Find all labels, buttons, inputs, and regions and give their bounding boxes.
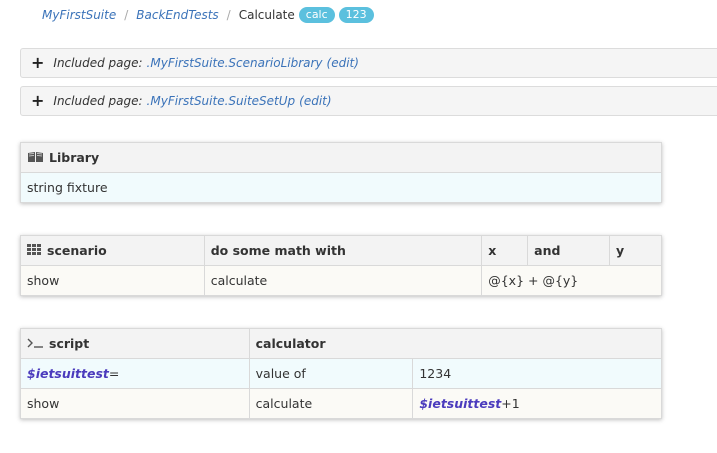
edit-link[interactable]: (edit) — [299, 94, 331, 108]
grid-icon — [27, 243, 42, 259]
scenario-header-label: scenario — [47, 242, 107, 258]
scenario-row-show: show — [20, 265, 205, 296]
plus-icon[interactable]: + — [31, 93, 44, 109]
script-row1-col2: value of — [248, 358, 414, 389]
scenario-row-expression: @{x} + @{y} — [481, 265, 662, 296]
library-header-label: Library — [49, 149, 100, 165]
script-header-cell: script — [20, 328, 250, 359]
book-icon — [27, 151, 44, 166]
included-page-scenario-library[interactable]: + Included page: .MyFirstSuite.ScenarioL… — [20, 48, 717, 78]
script-table: script calculator $ietsuittest= value of… — [20, 328, 663, 419]
included-page-label: Included page: — [53, 94, 143, 108]
script-row2-col2: calculate — [248, 388, 414, 419]
scenario-param-and: and — [527, 235, 611, 266]
library-cell: string fixture — [20, 172, 662, 203]
breadcrumb-link-myfirstsuite[interactable]: MyFirstSuite — [42, 8, 116, 22]
breadcrumb-separator: / — [124, 8, 129, 22]
included-page-label: Included page: — [53, 56, 143, 70]
scenario-header-cell: scenario — [20, 235, 205, 266]
scenario-param-y: y — [609, 235, 662, 266]
scenario-table: scenario do some math with x and y show … — [20, 235, 662, 296]
library-header-cell: Library — [20, 142, 662, 173]
scenario-name-cell: do some math with — [203, 235, 483, 266]
breadcrumb-separator: / — [226, 8, 231, 22]
edit-link[interactable]: (edit) — [327, 56, 359, 70]
included-page-link[interactable]: .MyFirstSuite.ScenarioLibrary — [147, 56, 323, 70]
breadcrumb: MyFirstSuite / BackEndTests / Calculate … — [42, 6, 374, 24]
script-row1-col3: 1234 — [412, 358, 662, 389]
included-page-link[interactable]: .MyFirstSuite.SuiteSetUp — [147, 94, 296, 108]
breadcrumb-link-backendtests[interactable]: BackEndTests — [136, 8, 218, 22]
script-fixture-name: calculator — [248, 328, 663, 359]
symbol-name: $ietsuittest — [27, 366, 109, 381]
script-row2-col1: show — [20, 388, 250, 419]
symbol-suffix: +1 — [501, 396, 520, 411]
symbol-name: $ietsuittest — [419, 396, 502, 411]
script-header-label: script — [49, 335, 90, 351]
script-row2-col3: $ietsuittest+1 — [412, 388, 662, 419]
symbol-suffix: = — [108, 366, 120, 381]
breadcrumb-current: Calculate — [238, 8, 295, 22]
tag-badge-123[interactable]: 123 — [338, 7, 374, 23]
terminal-icon — [27, 337, 44, 352]
library-table: Library string fixture — [20, 142, 662, 203]
scenario-row-calculate: calculate — [203, 265, 483, 296]
included-page-suite-setup[interactable]: + Included page: .MyFirstSuite.SuiteSetU… — [20, 86, 717, 116]
plus-icon[interactable]: + — [31, 55, 44, 71]
scenario-param-x: x — [481, 235, 529, 266]
tag-badge-calc[interactable]: calc — [298, 7, 335, 23]
script-row1-col1: $ietsuittest= — [20, 358, 250, 389]
